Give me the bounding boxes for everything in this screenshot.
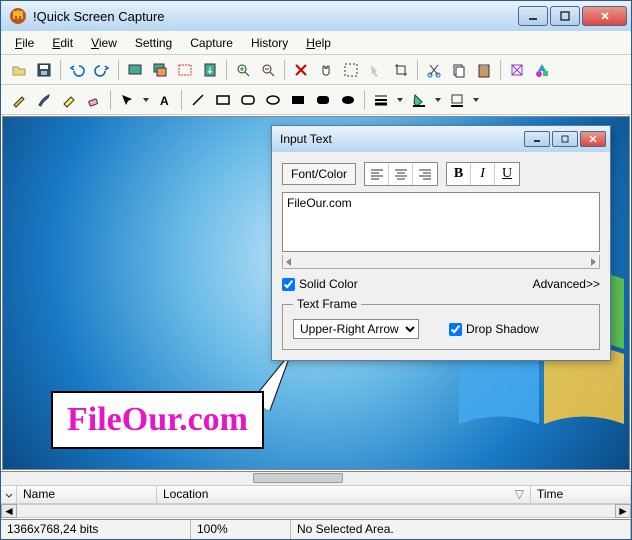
roundrect-outline-icon[interactable]: [236, 88, 260, 112]
toolbar-draw: A: [1, 85, 631, 115]
input-text-dialog: Input Text Font/Color B I U: [271, 125, 611, 361]
color-icon[interactable]: [530, 58, 554, 82]
close-button[interactable]: [582, 6, 627, 26]
dialog-maximize-button[interactable]: [552, 131, 578, 147]
ellipse-outline-icon[interactable]: [261, 88, 285, 112]
open-icon[interactable]: [7, 58, 31, 82]
dialog-close-button[interactable]: [580, 131, 606, 147]
solid-color-checkbox[interactable]: Solid Color: [282, 277, 358, 291]
font-color-button[interactable]: Font/Color: [282, 163, 356, 185]
menu-file[interactable]: File: [7, 33, 42, 53]
style-group: B I U: [446, 162, 520, 186]
history-list: Name Location▽ Time ◄ ►: [1, 471, 631, 519]
main-window: !Quick Screen Capture File Edit View Set…: [0, 0, 632, 540]
status-selection: No Selected Area.: [291, 520, 631, 539]
copy-icon[interactable]: [447, 58, 471, 82]
line-width-icon[interactable]: [369, 88, 393, 112]
delete-icon[interactable]: [289, 58, 313, 82]
eraser-icon[interactable]: [82, 88, 106, 112]
svg-text:A: A: [160, 94, 169, 108]
line-icon[interactable]: [186, 88, 210, 112]
dropdown2-icon[interactable]: [394, 88, 406, 112]
statusbar: 1366x768,24 bits 100% No Selected Area.: [1, 519, 631, 539]
align-group: [364, 162, 438, 186]
col-time[interactable]: Time: [531, 486, 631, 503]
undo-icon[interactable]: [65, 58, 89, 82]
crop-icon[interactable]: [389, 58, 413, 82]
dropdown4-icon[interactable]: [470, 88, 482, 112]
rect-outline-icon[interactable]: [211, 88, 235, 112]
drop-shadow-checkbox[interactable]: Drop Shadow: [449, 322, 539, 336]
roundrect-fill-icon[interactable]: [311, 88, 335, 112]
toolbar-main: [1, 55, 631, 85]
zoom-out-icon[interactable]: [256, 58, 280, 82]
paste-icon[interactable]: [472, 58, 496, 82]
hand-icon[interactable]: [314, 58, 338, 82]
capture-fullscreen-icon[interactable]: [123, 58, 147, 82]
maximize-button[interactable]: [550, 6, 580, 26]
text-frame-group: Text Frame Upper-Right Arrow Drop Shadow: [282, 297, 600, 350]
list-scrollbar-bottom[interactable]: ◄ ►: [1, 504, 631, 518]
ellipse-fill-icon[interactable]: [336, 88, 360, 112]
advanced-link[interactable]: Advanced>>: [533, 277, 600, 291]
menu-capture[interactable]: Capture: [182, 33, 241, 53]
cut-icon[interactable]: [422, 58, 446, 82]
capture-region-icon[interactable]: [173, 58, 197, 82]
status-dimensions: 1366x768,24 bits: [1, 520, 191, 539]
dropdown-icon[interactable]: [140, 88, 152, 112]
app-title: !Quick Screen Capture: [33, 9, 516, 24]
canvas[interactable]: FileOur.com Input Text Font/Color: [2, 116, 630, 470]
textarea-scrollbar[interactable]: [282, 255, 600, 269]
arrow-tool-icon[interactable]: [364, 58, 388, 82]
capture-window-icon[interactable]: [148, 58, 172, 82]
menubar: File Edit View Setting Capture History H…: [1, 31, 631, 55]
pointer-icon[interactable]: [115, 88, 139, 112]
frame-select[interactable]: Upper-Right Arrow: [293, 319, 419, 339]
dialog-titlebar[interactable]: Input Text: [272, 126, 610, 152]
select-icon[interactable]: [339, 58, 363, 82]
status-zoom: 100%: [191, 520, 291, 539]
stroke-color-icon[interactable]: [445, 88, 469, 112]
rect-fill-icon[interactable]: [286, 88, 310, 112]
scroll-right-icon[interactable]: ►: [615, 504, 631, 518]
menu-help[interactable]: Help: [298, 33, 339, 53]
highlighter-icon[interactable]: [57, 88, 81, 112]
expand-icon[interactable]: [1, 486, 17, 503]
menu-edit[interactable]: Edit: [44, 33, 81, 53]
menu-history[interactable]: History: [243, 33, 296, 53]
app-icon: [9, 7, 27, 25]
text-frame-legend: Text Frame: [293, 297, 361, 311]
fill-color-icon[interactable]: [407, 88, 431, 112]
zoom-in-icon[interactable]: [231, 58, 255, 82]
dialog-title: Input Text: [280, 132, 522, 146]
callout-box[interactable]: FileOur.com: [51, 391, 264, 449]
dialog-minimize-button[interactable]: [524, 131, 550, 147]
italic-button[interactable]: I: [471, 163, 495, 185]
text-tool-icon[interactable]: A: [153, 88, 177, 112]
callout-text: FileOur.com: [67, 401, 248, 438]
list-scrollbar-top[interactable]: [1, 472, 631, 486]
menu-setting[interactable]: Setting: [127, 33, 180, 53]
underline-button[interactable]: U: [495, 163, 519, 185]
bold-button[interactable]: B: [447, 163, 471, 185]
capture-scroll-icon[interactable]: [198, 58, 222, 82]
minimize-button[interactable]: [518, 6, 548, 26]
list-header: Name Location▽ Time: [1, 486, 631, 504]
redo-icon[interactable]: [90, 58, 114, 82]
dropdown3-icon[interactable]: [432, 88, 444, 112]
col-name[interactable]: Name: [17, 486, 157, 503]
scroll-left-icon[interactable]: ◄: [1, 504, 17, 518]
text-input[interactable]: FileOur.com: [282, 192, 600, 252]
save-icon[interactable]: [32, 58, 56, 82]
align-center-icon[interactable]: [389, 163, 413, 185]
align-left-icon[interactable]: [365, 163, 389, 185]
align-right-icon[interactable]: [413, 163, 437, 185]
col-location[interactable]: Location▽: [157, 486, 531, 503]
pen-icon[interactable]: [7, 88, 31, 112]
menu-view[interactable]: View: [83, 33, 125, 53]
effects-icon[interactable]: [505, 58, 529, 82]
titlebar[interactable]: !Quick Screen Capture: [1, 1, 631, 31]
brush-icon[interactable]: [32, 88, 56, 112]
